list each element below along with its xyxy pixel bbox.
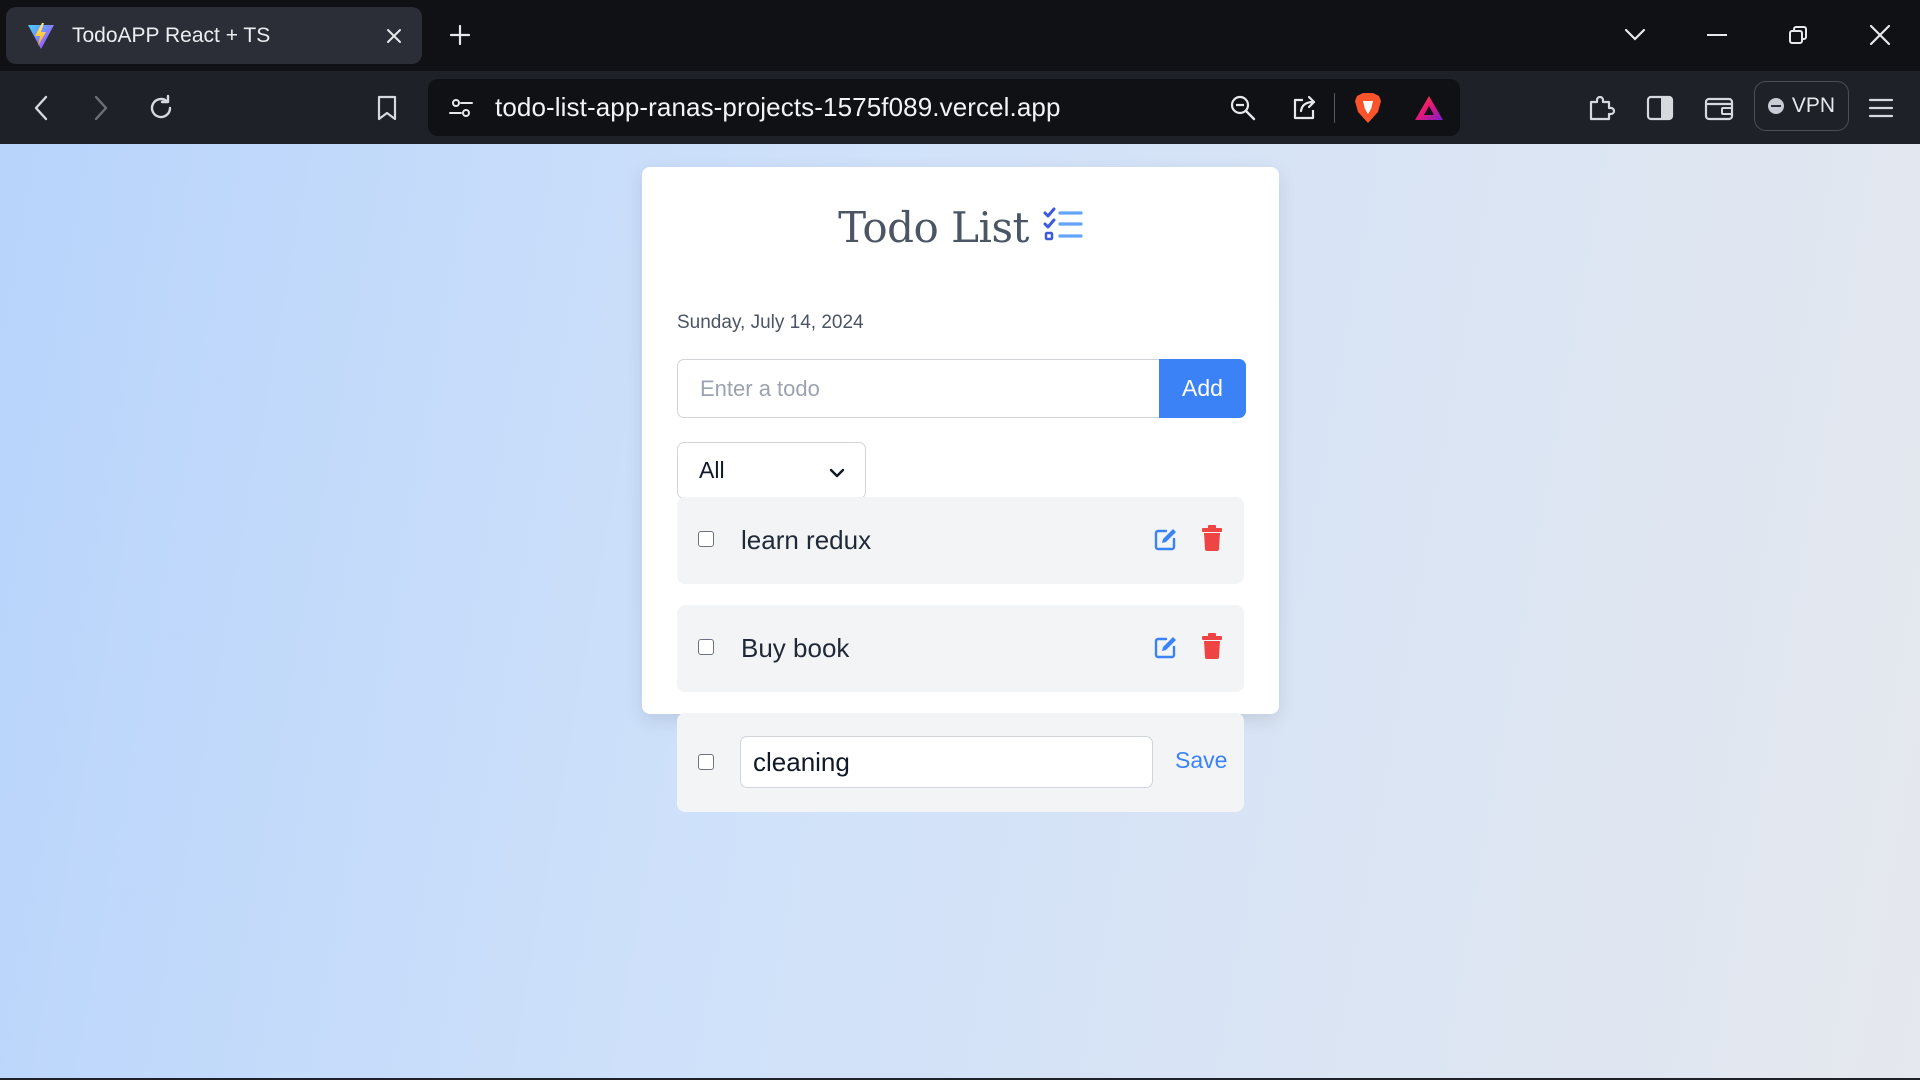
vpn-button[interactable]: VPN — [1754, 81, 1849, 131]
filter-selected-value: All — [699, 457, 725, 483]
todo-text: learn redux — [741, 525, 872, 555]
todo-item-editing: Save — [677, 713, 1244, 812]
back-icon[interactable] — [18, 85, 64, 131]
edit-icon[interactable] — [1150, 631, 1182, 663]
address-bar-separator — [1334, 93, 1335, 123]
browser-tab[interactable]: TodoAPP React + TS — [6, 7, 422, 64]
vite-favicon-icon — [24, 19, 58, 53]
chevron-down-icon — [829, 457, 845, 484]
brave-shields-icon[interactable] — [1345, 85, 1391, 131]
vpn-status-icon — [1767, 98, 1784, 114]
wallet-icon[interactable] — [1696, 85, 1742, 131]
reload-icon[interactable] — [138, 85, 184, 131]
site-settings-icon[interactable] — [438, 85, 484, 131]
todo-checkbox[interactable] — [698, 639, 714, 655]
sidebar-icon[interactable] — [1637, 85, 1683, 131]
extensions-icon[interactable] — [1578, 85, 1624, 131]
brave-rewards-icon[interactable] — [1406, 85, 1452, 131]
save-button[interactable]: Save — [1175, 747, 1227, 774]
forward-icon[interactable] — [78, 85, 124, 131]
minimize-icon[interactable] — [1692, 10, 1742, 60]
address-bar[interactable]: todo-list-app-ranas-projects-1575f089.ve… — [428, 79, 1460, 136]
share-icon[interactable] — [1281, 85, 1327, 131]
todo-checkbox[interactable] — [698, 754, 714, 770]
todo-checkbox[interactable] — [698, 531, 714, 547]
url-text[interactable]: todo-list-app-ranas-projects-1575f089.ve… — [495, 79, 1061, 136]
menu-icon[interactable] — [1858, 85, 1904, 131]
todo-item: learn redux — [677, 497, 1244, 584]
tab-search-chevron-down-icon[interactable] — [1610, 10, 1660, 60]
todo-card: Todo List Sunday, July 14, 2024 Add All — [642, 167, 1279, 812]
vpn-label: VPN — [1791, 94, 1836, 117]
todo-item: Buy book — [677, 605, 1244, 692]
close-window-icon[interactable] — [1855, 10, 1905, 60]
close-tab-icon[interactable] — [376, 18, 412, 54]
zoom-icon[interactable] — [1220, 85, 1266, 131]
tab-strip: TodoAPP React + TS — [0, 0, 1920, 71]
edit-todo-input[interactable] — [740, 736, 1153, 788]
add-button[interactable]: Add — [1159, 359, 1246, 418]
restore-icon[interactable] — [1773, 10, 1823, 60]
trash-icon[interactable] — [1196, 630, 1228, 662]
browser-toolbar: todo-list-app-ranas-projects-1575f089.ve… — [0, 71, 1920, 144]
trash-icon[interactable] — [1196, 522, 1228, 554]
bookmark-icon[interactable] — [364, 85, 410, 131]
page-viewport: Todo List Sunday, July 14, 2024 Add All — [0, 144, 1920, 1078]
add-todo-form: Add — [677, 359, 1246, 418]
filter-select[interactable]: All — [677, 442, 866, 499]
list-check-icon — [1043, 207, 1083, 248]
page-title: Todo List — [838, 202, 1029, 252]
current-date: Sunday, July 14, 2024 — [677, 312, 864, 333]
tab-title: TodoAPP React + TS — [72, 23, 271, 47]
todo-text: Buy book — [741, 633, 850, 663]
header: Todo List — [642, 197, 1279, 257]
todo-input[interactable] — [677, 359, 1159, 418]
edit-icon[interactable] — [1150, 523, 1182, 555]
new-tab-button[interactable] — [440, 15, 480, 55]
